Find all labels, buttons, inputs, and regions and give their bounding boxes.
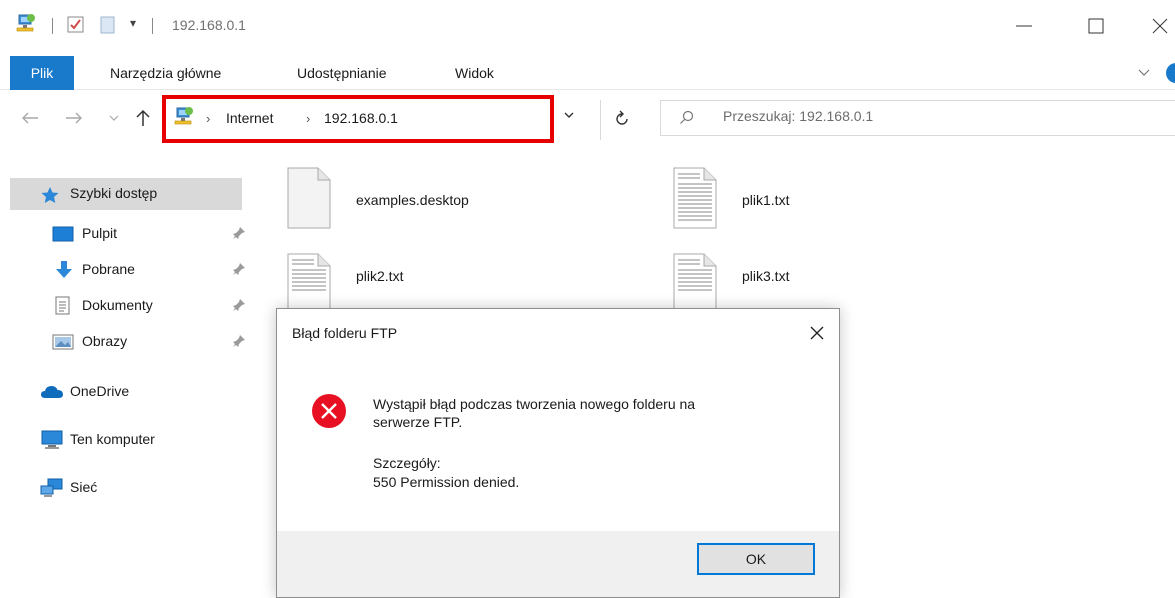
tab-share[interactable]: Udostępnianie — [297, 56, 387, 90]
sidebar-item-desktop[interactable]: Pulpit — [10, 218, 245, 250]
refresh-icon — [616, 110, 628, 125]
ftp-error-dialog: Błąd folderu FTP Wystąpił błąd podczas t… — [276, 308, 840, 598]
pin-icon[interactable] — [232, 334, 246, 348]
blank-file-icon — [287, 167, 331, 229]
window-title: 192.168.0.1 — [172, 17, 246, 33]
sidebar-item-label: OneDrive — [70, 383, 130, 399]
back-arrow-icon[interactable] — [20, 110, 40, 126]
title-bar: ▾ 192.168.0.1 — [0, 0, 1175, 56]
dialog-footer: OK — [277, 531, 839, 597]
forward-arrow-icon[interactable] — [64, 110, 84, 126]
sidebar-item-this-pc[interactable]: Ten komputer — [10, 424, 242, 456]
pin-icon[interactable] — [232, 226, 246, 240]
tab-file[interactable]: Plik — [10, 56, 74, 90]
dialog-message-line: serwerze FTP. — [373, 414, 463, 430]
file-item[interactable]: plik2.txt — [286, 252, 646, 315]
file-item[interactable]: plik3.txt — [672, 252, 1032, 315]
sidebar-item-label: Szybki dostęp — [70, 185, 158, 201]
computer-icon — [41, 430, 63, 449]
sidebar-item-onedrive[interactable]: OneDrive — [10, 376, 242, 408]
onedrive-icon — [41, 386, 63, 398]
network-icon — [40, 478, 63, 497]
address-history-chevron-icon[interactable] — [562, 108, 576, 122]
ribbon-expand-chevron-icon[interactable] — [1136, 66, 1152, 80]
breadcrumb-internet[interactable]: Internet — [226, 110, 273, 126]
breadcrumb-separator[interactable]: › — [206, 111, 210, 126]
dialog-message: Wystąpił błąd podczas tworzenia nowego f… — [373, 395, 813, 431]
dialog-title: Błąd folderu FTP — [292, 325, 398, 341]
recent-locations-chevron-icon[interactable] — [108, 112, 120, 124]
sidebar-item-quick-access[interactable]: Szybki dostęp — [10, 178, 242, 210]
search-box[interactable] — [660, 100, 1175, 136]
tab-home[interactable]: Narzędzia główne — [110, 56, 221, 90]
file-item[interactable]: examples.desktop — [286, 166, 646, 229]
sidebar-item-label: Dokumenty — [82, 297, 153, 313]
sidebar-item-label: Obrazy — [82, 333, 128, 349]
dialog-close-icon[interactable] — [807, 323, 827, 343]
file-name: plik3.txt — [742, 268, 790, 284]
breadcrumb-ip[interactable]: 192.168.0.1 — [324, 110, 398, 126]
breadcrumb-separator[interactable]: › — [306, 111, 310, 126]
navigation-bar: › Internet › 192.168.0.1 — [0, 90, 1175, 152]
file-name: examples.desktop — [356, 192, 469, 208]
minimize-icon[interactable] — [1012, 14, 1036, 38]
help-icon[interactable] — [1166, 62, 1175, 84]
text-file-icon — [287, 253, 331, 315]
ok-button[interactable]: OK — [697, 543, 815, 575]
sidebar-item-label: Ten komputer — [70, 431, 155, 447]
pin-icon[interactable] — [232, 298, 246, 312]
quick-access-star-icon — [41, 187, 59, 203]
network-location-icon — [174, 107, 193, 125]
qat-separator — [152, 18, 153, 34]
tab-view[interactable]: Widok — [455, 56, 494, 90]
ribbon-tabs: Plik Narzędzia główne Udostępnianie Wido… — [0, 56, 1175, 90]
refresh-button[interactable] — [600, 100, 640, 140]
downloads-icon — [56, 261, 72, 278]
pictures-icon — [52, 334, 74, 350]
dialog-details: 550 Permission denied. — [373, 474, 520, 490]
dialog-details-label: Szczegóły: — [373, 455, 441, 471]
qat-customize-dropdown[interactable]: ▾ — [130, 16, 136, 30]
close-icon[interactable] — [1148, 14, 1172, 38]
sidebar-item-label: Pobrane — [82, 261, 135, 277]
sidebar-item-downloads[interactable]: Pobrane — [10, 254, 245, 286]
desktop-icon — [52, 226, 74, 242]
file-name: plik1.txt — [742, 192, 790, 208]
qat-separator — [52, 18, 53, 34]
up-arrow-icon[interactable] — [134, 108, 152, 128]
sidebar-item-network[interactable]: Sieć — [10, 472, 242, 504]
search-icon — [680, 110, 694, 124]
sidebar-item-label: Sieć — [70, 479, 98, 495]
pin-icon[interactable] — [232, 262, 246, 276]
sidebar-item-label: Pulpit — [82, 225, 118, 241]
sidebar-item-pictures[interactable]: Obrazy — [10, 326, 245, 358]
sidebar-item-documents[interactable]: Dokumenty — [10, 290, 245, 322]
network-location-icon[interactable] — [14, 12, 38, 36]
search-input[interactable] — [723, 108, 1143, 124]
properties-check-icon[interactable] — [66, 15, 86, 35]
text-file-icon — [673, 253, 717, 315]
file-name: plik2.txt — [356, 268, 404, 284]
maximize-icon[interactable] — [1084, 14, 1108, 38]
new-folder-icon[interactable] — [98, 15, 118, 35]
documents-icon — [55, 296, 70, 315]
file-item[interactable]: plik1.txt — [672, 166, 1032, 229]
error-icon — [312, 394, 346, 428]
dialog-message-line: Wystąpił błąd podczas tworzenia nowego f… — [373, 396, 696, 412]
address-bar[interactable]: › Internet › 192.168.0.1 — [162, 95, 554, 143]
text-file-icon — [673, 167, 717, 229]
navigation-pane: Szybki dostęp Pulpit Pobrane Dokumenty O… — [0, 152, 260, 584]
